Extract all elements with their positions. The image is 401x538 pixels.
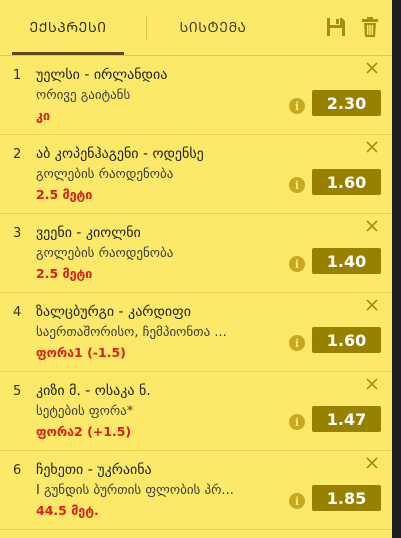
scrollbar[interactable] [392,0,401,538]
close-icon[interactable] [364,218,380,234]
selected-outcome: 44.5 მეტ. [36,503,99,518]
market-name: გოლების რაოდენობა [36,246,174,261]
odds-badge: 1.60 [312,327,381,353]
info-icon[interactable]: i [289,493,305,509]
tab-express[interactable]: ᲔᲥᲡᲞᲠᲔᲡᲘ [12,0,124,55]
bet-row: 5 კიზი მ. - ოსაკა ნ. სეტების ფორა* ფორა2… [0,372,392,451]
info-icon[interactable]: i [289,98,305,114]
bet-number: 5 [13,384,22,399]
tab-system[interactable]: ᲡᲘᲡᲢᲔᲛᲐ [148,0,278,55]
bet-row: 6 ჩეხეთი - უკრაინა I გუნდის ბურთის ფლობი… [0,451,392,530]
tab-divider [146,16,147,40]
odds-badge: 1.60 [312,169,381,195]
odds-badge: 1.40 [312,248,381,274]
bet-number: 3 [13,226,22,241]
betslip-header: ᲔᲥᲡᲞᲠᲔᲡᲘ ᲡᲘᲡᲢᲔᲛᲐ [0,0,392,56]
bet-row: 2 აბ კოპენჰაგენი - ოდენსე გოლების რაოდენ… [0,135,392,214]
match-title: ზალცბურგი - კარდიფი [36,304,191,320]
close-icon[interactable] [364,139,380,155]
bet-row: 1 უელსი - ირლანდია ორივე გაიტანს კი i 2.… [0,56,392,135]
info-icon[interactable]: i [289,256,305,272]
bet-row: 4 ზალცბურგი - კარდიფი საერთაშორისო, ჩემპ… [0,293,392,372]
match-title: ვეენი - კიოლნი [36,225,141,241]
market-name: I გუნდის ბურთის ფლობის პრ... [36,483,234,498]
betslip-panel: ᲔᲥᲡᲞᲠᲔᲡᲘ ᲡᲘᲡᲢᲔᲛᲐ 1 უელსი - ირლანდია ორივ… [0,0,392,538]
close-icon[interactable] [364,455,380,471]
bet-row: 3 ვეენი - კიოლნი გოლების რაოდენობა 2.5 მ… [0,214,392,293]
market-name: ორივე გაიტანს [36,88,131,103]
bet-number: 6 [13,463,22,478]
match-title: უელსი - ირლანდია [36,67,168,83]
close-icon[interactable] [364,60,380,76]
save-icon[interactable] [325,16,347,38]
match-title: ჩეხეთი - უკრაინა [36,462,152,478]
selected-outcome: 2.5 მეტი [36,266,93,281]
trash-icon[interactable] [359,16,381,38]
odds-badge: 2.30 [312,90,381,116]
match-title: აბ კოპენჰაგენი - ოდენსე [36,146,204,162]
odds-badge: 1.85 [312,485,381,511]
bet-number: 4 [13,305,22,320]
bet-number: 2 [13,147,22,162]
selected-outcome: 2.5 მეტი [36,187,93,202]
info-icon[interactable]: i [289,177,305,193]
odds-badge: 1.47 [312,406,381,432]
market-name: სეტების ფორა* [36,404,134,419]
info-icon[interactable]: i [289,335,305,351]
selected-outcome: ფორა2 (+1.5) [36,424,132,439]
market-name: საერთაშორისო, ჩემპიონთა ... [36,325,227,340]
close-icon[interactable] [364,376,380,392]
active-tab-underline [12,52,124,55]
tab-express-label: ᲔᲥᲡᲞᲠᲔᲡᲘ [29,20,107,36]
info-icon[interactable]: i [289,414,305,430]
match-title: კიზი მ. - ოსაკა ნ. [36,383,151,399]
tab-system-label: ᲡᲘᲡᲢᲔᲛᲐ [179,20,247,36]
close-icon[interactable] [364,297,380,313]
selected-outcome: კი [36,108,50,123]
bet-number: 1 [13,68,22,83]
market-name: გოლების რაოდენობა [36,167,174,182]
selected-outcome: ფორა1 (-1.5) [36,345,126,360]
